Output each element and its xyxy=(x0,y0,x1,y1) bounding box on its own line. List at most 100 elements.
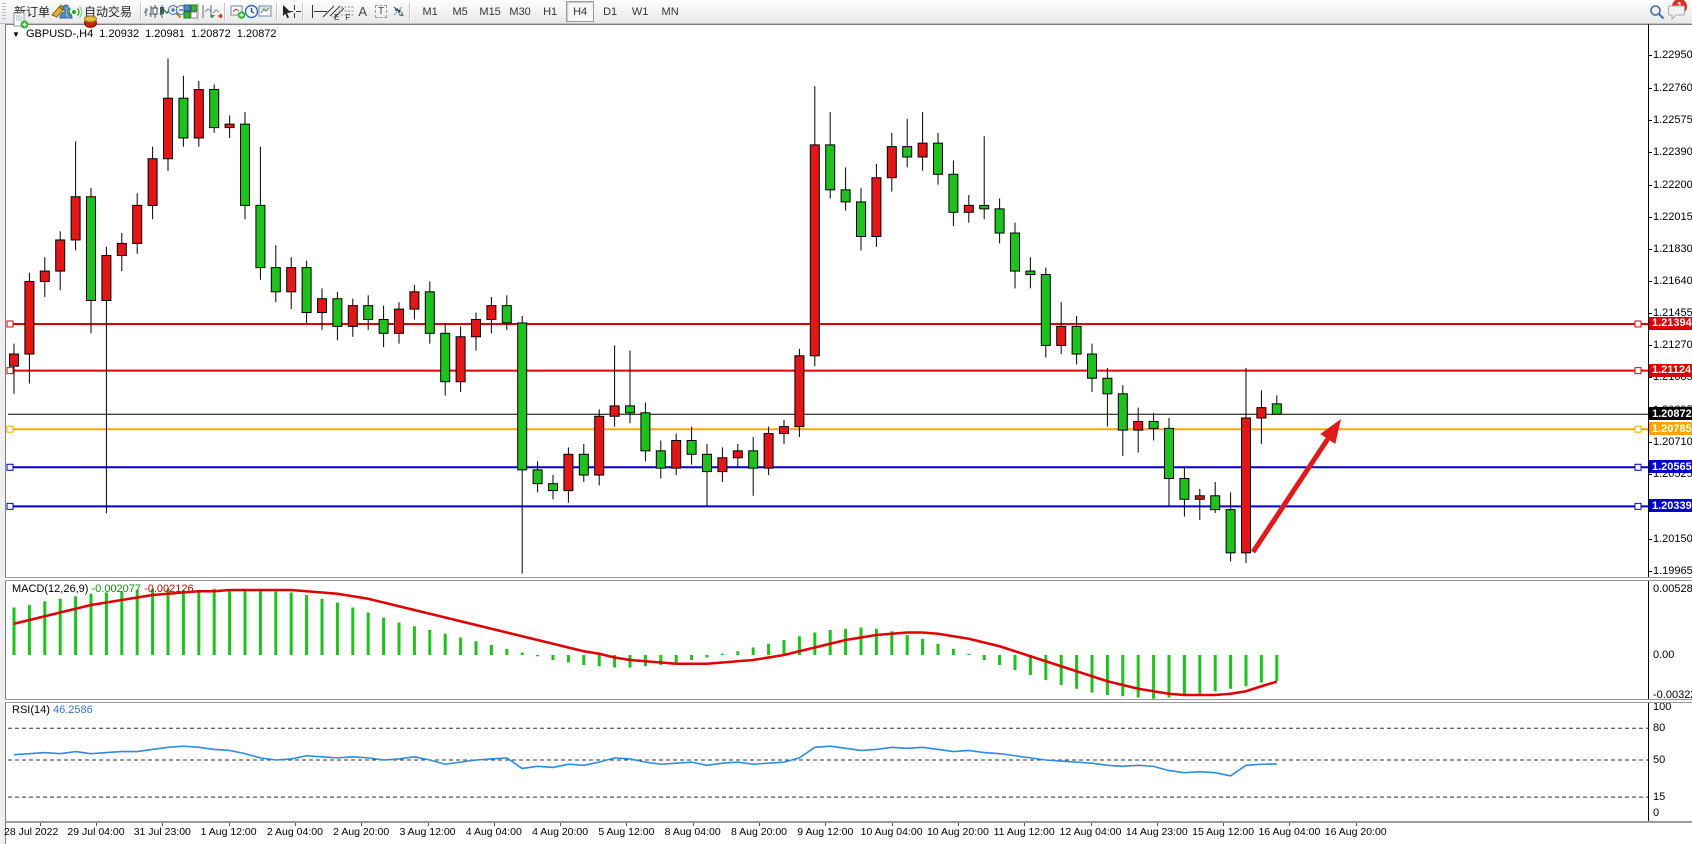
line-handle[interactable] xyxy=(7,503,13,509)
candle-body xyxy=(25,281,34,354)
line-handle[interactable] xyxy=(7,368,13,374)
price-tick-label: 1.22200 xyxy=(1653,179,1692,191)
new-chart-button[interactable]: ▾ xyxy=(231,1,243,22)
collapse-triangle-icon[interactable]: ▼ xyxy=(12,30,20,39)
candle-body xyxy=(271,268,280,292)
price-tick-mark xyxy=(1648,442,1652,443)
price-tick-label: 1.22950 xyxy=(1653,49,1692,61)
tile-windows-button[interactable] xyxy=(187,1,193,22)
chart-low-value: 1.20872 xyxy=(191,28,231,40)
timeframe-button-h4[interactable]: H4 xyxy=(566,1,594,22)
date-label: 16 Aug 20:00 xyxy=(1325,826,1387,838)
date-label: 15 Aug 12:00 xyxy=(1192,826,1254,838)
text-label-tool-button[interactable]: T xyxy=(372,1,390,22)
timeframe-button-m1[interactable]: M1 xyxy=(416,1,444,22)
candle-body xyxy=(133,205,142,243)
new-order-button[interactable]: 新订单 xyxy=(9,1,53,22)
toolbar-separator xyxy=(409,3,411,21)
line-handle[interactable] xyxy=(1635,464,1641,470)
macd-main-value: -0.002077 xyxy=(91,583,141,595)
line-handle[interactable] xyxy=(1635,426,1641,432)
candle-body xyxy=(518,323,527,470)
templates-button[interactable]: ▾ xyxy=(259,1,271,22)
date-label: 4 Aug 20:00 xyxy=(532,826,588,838)
date-label: 10 Aug 04:00 xyxy=(861,826,923,838)
date-label: 9 Aug 12:00 xyxy=(797,826,853,838)
candle-body xyxy=(1257,408,1266,418)
rsi-scale-label: 80 xyxy=(1653,722,1665,734)
arrows-tool-button[interactable]: ▾ xyxy=(392,1,404,22)
rsi-panel[interactable] xyxy=(0,701,1692,823)
bid-price-tag: 1.20872 xyxy=(1649,407,1692,420)
candle-body xyxy=(1011,233,1020,271)
candle-body xyxy=(903,147,912,157)
candle-body xyxy=(857,202,866,237)
trend-arrow-annotation[interactable] xyxy=(1253,439,1328,552)
panel-splitter-rsi[interactable] xyxy=(5,699,1692,703)
candle-body xyxy=(71,197,80,240)
candle-body xyxy=(749,451,758,468)
rsi-scale-label: 15 xyxy=(1653,791,1665,803)
crosshair-tool-button[interactable] xyxy=(291,1,297,22)
candle-body xyxy=(1103,378,1112,394)
search-button[interactable] xyxy=(1654,1,1660,22)
candle-body xyxy=(87,197,96,301)
line-handle[interactable] xyxy=(7,464,13,470)
macd-panel[interactable] xyxy=(0,580,1692,702)
auto-trading-button[interactable]: 自动交易 xyxy=(79,1,135,22)
candle-body xyxy=(533,470,542,484)
chart-shift-button[interactable] xyxy=(213,1,219,22)
candle-body xyxy=(225,124,234,127)
price-line-tag: 1.21394 xyxy=(1649,317,1692,330)
candle-body xyxy=(610,406,619,416)
candle-body xyxy=(626,406,635,413)
price-tick-label: 1.19965 xyxy=(1653,565,1692,577)
line-handle[interactable] xyxy=(7,321,13,327)
candle-body xyxy=(456,337,465,382)
fibonacci-tool-button[interactable]: F xyxy=(344,1,353,22)
line-handle[interactable] xyxy=(7,426,13,432)
candle-body xyxy=(10,354,19,366)
date-label: 2 Aug 04:00 xyxy=(267,826,323,838)
notifications-button[interactable]: 1 xyxy=(1675,1,1681,22)
timeframe-button-mn[interactable]: MN xyxy=(656,1,684,22)
line-handle[interactable] xyxy=(1635,321,1641,327)
macd-signal-line xyxy=(14,590,1277,695)
price-tick-label: 1.21640 xyxy=(1653,275,1692,287)
timeframe-button-d1[interactable]: D1 xyxy=(596,1,624,22)
candle-body xyxy=(980,205,989,208)
price-tick-mark xyxy=(1648,249,1652,250)
candle-body xyxy=(364,306,373,320)
price-tick-mark xyxy=(1648,345,1652,346)
candle-body xyxy=(256,205,265,267)
candle-body xyxy=(795,356,804,427)
price-panel[interactable] xyxy=(0,24,1692,584)
timeframe-button-h1[interactable]: H1 xyxy=(536,1,564,22)
timeframe-button-m15[interactable]: M15 xyxy=(476,1,504,22)
candle-body xyxy=(579,454,588,475)
periods-button[interactable]: ▾ xyxy=(245,1,257,22)
macd-scale-label: 0.005286 xyxy=(1653,583,1692,595)
timeframe-button-m5[interactable]: M5 xyxy=(446,1,474,22)
chart-title: ▼ GBPUSD-,H4 1.20932 1.20981 1.20872 1.2… xyxy=(12,28,280,40)
panel-splitter-macd[interactable] xyxy=(5,577,1692,581)
macd-scale-label: 0.00 xyxy=(1653,649,1674,661)
price-tick-mark xyxy=(1648,88,1652,89)
line-handle[interactable] xyxy=(1635,368,1641,374)
timeframe-button-w1[interactable]: W1 xyxy=(626,1,654,22)
rsi-scale-label: 50 xyxy=(1653,754,1665,766)
price-tick-label: 1.22760 xyxy=(1653,82,1692,94)
candle-body xyxy=(1242,418,1251,553)
candle-body xyxy=(164,98,173,159)
candle-body xyxy=(995,209,1004,233)
price-tick-mark xyxy=(1648,120,1652,121)
candle-body xyxy=(425,292,434,333)
line-handle[interactable] xyxy=(1635,503,1641,509)
timeframe-button-m30[interactable]: M30 xyxy=(506,1,534,22)
signals-button[interactable] xyxy=(71,1,77,22)
candle-body xyxy=(318,299,327,313)
candle-body xyxy=(487,306,496,320)
price-tick-label: 1.21270 xyxy=(1653,339,1692,351)
price-line-tag: 1.20785 xyxy=(1649,422,1692,435)
date-label: 2 Aug 20:00 xyxy=(333,826,389,838)
